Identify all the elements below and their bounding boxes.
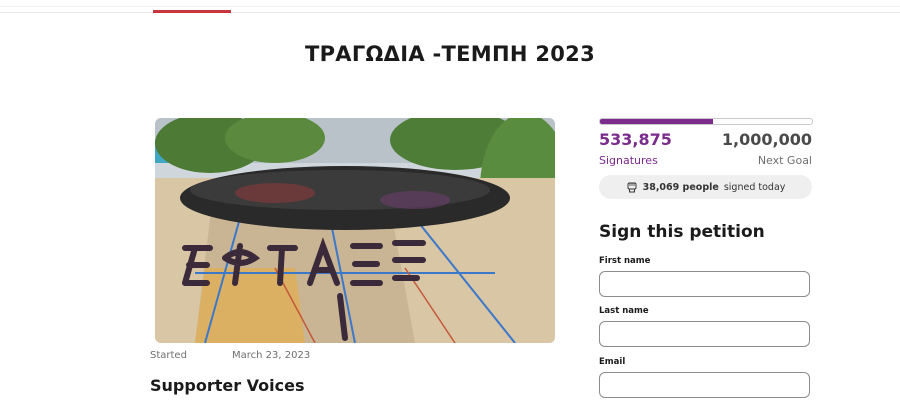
signature-progress-bar (599, 118, 813, 125)
next-goal-label: Next Goal (757, 154, 812, 167)
petition-hero-image (155, 118, 555, 343)
signed-today-count: 38,069 people (642, 181, 719, 193)
photo-icon (155, 118, 555, 343)
goal-count: 1,000,000 (721, 130, 812, 149)
top-navigation-bar (0, 0, 900, 13)
last-name-field[interactable] (599, 321, 810, 347)
email-field[interactable] (599, 372, 810, 398)
supporter-voices-heading: Supporter Voices (150, 376, 305, 395)
top-divider (0, 6, 900, 7)
active-tab-indicator (153, 10, 231, 13)
signed-today-badge: 38,069 people signed today (599, 175, 812, 199)
signed-today-text: signed today (723, 181, 786, 193)
first-name-field[interactable] (599, 271, 810, 297)
email-label: Email (599, 357, 626, 367)
raised-fist-icon (627, 182, 637, 193)
first-name-label: First name (599, 256, 651, 266)
signature-progress-fill (600, 119, 714, 124)
started-date: March 23, 2023 (232, 350, 311, 361)
last-name-label: Last name (599, 306, 649, 316)
page-title: ΤΡΑΓΩΔΙΑ -ΤΕΜΠΗ 2023 (304, 42, 596, 66)
sign-petition-heading: Sign this petition (599, 222, 765, 242)
signatures-label: Signatures (599, 154, 658, 167)
started-label: Started (150, 350, 187, 361)
signature-count: 533,875 (599, 130, 672, 149)
